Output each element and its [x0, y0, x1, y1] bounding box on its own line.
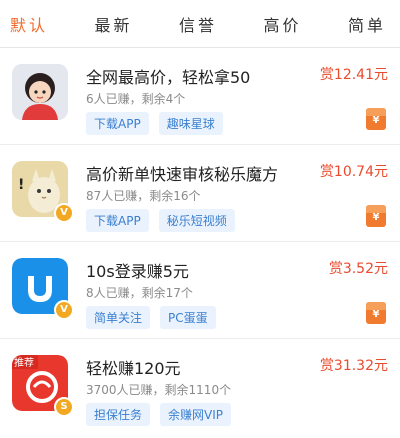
task-tags: 担保任务 余赚网VIP [86, 403, 232, 426]
task-item[interactable]: 全网最高价，轻松拿50 6人已赚，剩余4个 下载APP 趣味星球 赏12.41元… [0, 48, 400, 145]
tab-simple[interactable]: 简单 [348, 12, 386, 36]
task-title: 轻松赚120元 [86, 359, 181, 378]
task-list: 全网最高价，轻松拿50 6人已赚，剩余4个 下载APP 趣味星球 赏12.41元… [0, 48, 400, 436]
filter-tabs: 默认 最新 信誉 高价 简单 [0, 0, 400, 48]
task-meta: 3700人已赚，剩余1110个 [86, 383, 232, 397]
task-item[interactable]: ! V 高价新单快速审核秘乐魔方 87人已赚，剩余16个 下载APP 秘乐短视频… [0, 145, 400, 242]
packet-mark: ¥ [372, 115, 380, 126]
task-title: 高价新单快速审核秘乐魔方 [86, 165, 279, 184]
svg-text:!: ! [18, 177, 24, 193]
reward-amount: 赏3.52元 [328, 261, 388, 277]
verified-badge: V [54, 203, 74, 223]
task-meta: 6人已赚，剩余4个 [86, 92, 186, 106]
task-title: 10s登录赚5元 [86, 262, 189, 281]
red-packet-icon[interactable]: ¥ [366, 108, 386, 130]
tab-high-price[interactable]: 高价 [263, 12, 301, 36]
tab-default[interactable]: 默认 [10, 12, 48, 36]
verified-badge: S [54, 397, 74, 417]
red-packet-icon[interactable]: ¥ [366, 302, 386, 324]
reward-amount: 赏10.74元 [319, 164, 388, 180]
task-tag: 下载APP [86, 209, 149, 232]
task-meta: 8人已赚，剩余17个 [86, 286, 193, 300]
packet-mark: ¥ [372, 212, 380, 223]
packet-mark: ¥ [372, 309, 380, 320]
task-tag: 担保任务 [86, 403, 151, 426]
task-item[interactable]: 推荐 S 轻松赚120元 3700人已赚，剩余1110个 担保任务 余赚网VIP… [0, 339, 400, 436]
task-tag: 秘乐短视频 [158, 209, 235, 232]
tab-reputation[interactable]: 信誉 [179, 12, 217, 36]
task-tag: 下载APP [86, 112, 149, 135]
girl-avatar-icon [12, 64, 68, 120]
task-tag: 趣味星球 [158, 112, 223, 135]
tab-newest[interactable]: 最新 [94, 12, 132, 36]
reward-amount: 赏12.41元 [319, 67, 388, 83]
task-meta: 87人已赚，剩余16个 [86, 189, 201, 203]
task-tags: 下载APP 趣味星球 [86, 112, 223, 135]
recommend-label: 推荐 [14, 356, 34, 369]
task-item[interactable]: V 10s登录赚5元 8人已赚，剩余17个 简单关注 PC蛋蛋 赏3.52元 ¥ [0, 242, 400, 339]
task-tags: 简单关注 PC蛋蛋 [86, 306, 216, 329]
task-tag: 简单关注 [86, 306, 151, 329]
reward-amount: 赏31.32元 [319, 358, 388, 374]
task-tag: PC蛋蛋 [160, 306, 216, 329]
task-tag: 余赚网VIP [160, 403, 232, 426]
verified-badge: V [54, 300, 74, 320]
red-packet-icon[interactable]: ¥ [366, 205, 386, 227]
task-title: 全网最高价，轻松拿50 [86, 68, 251, 87]
task-tags: 下载APP 秘乐短视频 [86, 209, 235, 232]
